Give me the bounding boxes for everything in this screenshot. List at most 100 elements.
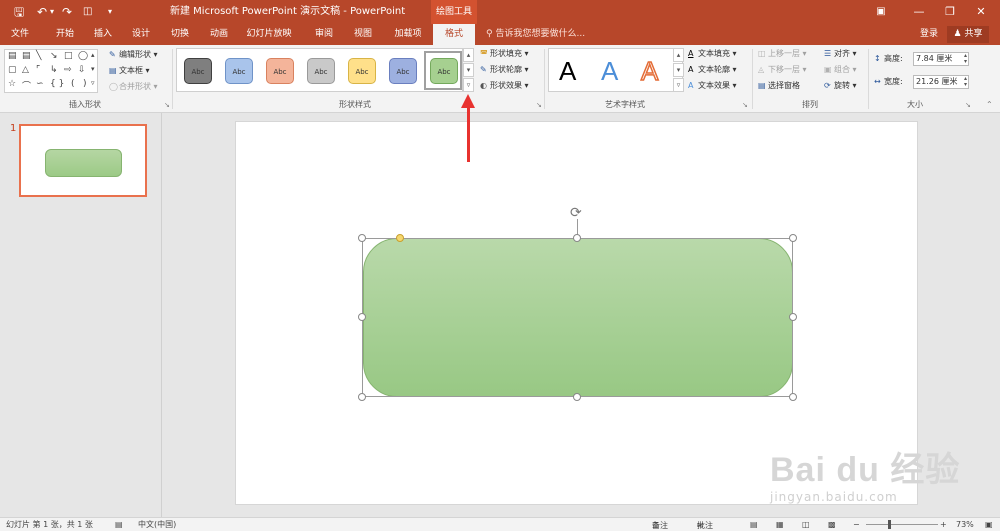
oval-shape-icon[interactable]: ◯ xyxy=(78,51,88,61)
selection-pane-button[interactable]: ▤ 选择窗格 xyxy=(758,80,800,92)
resize-handle-right[interactable] xyxy=(789,313,797,321)
insert-shapes-launcher-icon[interactable]: ↘ xyxy=(164,101,170,109)
group-button[interactable]: ▣ 组合 ▾ xyxy=(824,64,857,76)
reading-view-icon[interactable]: ◫ xyxy=(802,519,810,531)
tab-insert[interactable]: 插入 xyxy=(88,24,118,45)
redo-icon[interactable]: ↷ xyxy=(62,4,72,20)
wordart-sample-black[interactable]: A xyxy=(559,55,576,87)
zoom-in-icon[interactable]: + xyxy=(940,519,947,531)
down-arrow-shape-icon[interactable]: ⇩ xyxy=(78,65,86,75)
maximize-button[interactable]: ❐ xyxy=(935,3,965,21)
rotate-button[interactable]: ⟳ 旋转 ▾ xyxy=(824,80,857,92)
style-swatch-7-selected[interactable]: Abc xyxy=(430,58,458,84)
wordart-launcher-icon[interactable]: ↘ xyxy=(742,101,748,109)
height-spinner-icon[interactable]: ▴ ▾ xyxy=(964,53,967,65)
style-gallery-more-icon[interactable]: ▿ xyxy=(463,78,474,92)
width-input[interactable]: 21.26 厘米 ▴ ▾ xyxy=(913,75,969,89)
tell-me-box[interactable]: ⚲ 告诉我您想要做什么... xyxy=(486,24,585,45)
zoom-level[interactable]: 73% xyxy=(956,519,974,531)
shape-styles-launcher-icon[interactable]: ↘ xyxy=(536,101,542,109)
size-launcher-icon[interactable]: ↘ xyxy=(965,101,971,109)
zoom-slider-track[interactable] xyxy=(866,524,938,525)
minimize-button[interactable]: — xyxy=(904,3,934,21)
tab-file[interactable]: 文件 xyxy=(4,24,36,45)
triangle-shape-icon[interactable]: △ xyxy=(22,65,29,75)
login-link[interactable]: 登录 xyxy=(920,24,938,45)
shape-adjust-handle[interactable] xyxy=(396,234,404,242)
elbow-connector-shape-icon[interactable]: ⌜ xyxy=(36,65,40,75)
wordart-gallery-up-icon[interactable]: ▴ xyxy=(673,48,684,62)
text-effects-button[interactable]: A 文本效果 ▾ xyxy=(688,80,737,92)
shape-effects-button[interactable]: ◐ 形状效果 ▾ xyxy=(480,80,529,92)
wordart-gallery-down-icon[interactable]: ▾ xyxy=(673,63,684,77)
style-gallery-down-icon[interactable]: ▾ xyxy=(463,63,474,77)
edit-shape-button[interactable]: ✎ 编辑形状 ▾ xyxy=(109,49,158,61)
text-box-button[interactable]: ▤ 文本框 ▾ xyxy=(109,65,150,77)
collapse-ribbon-icon[interactable]: ⌃ xyxy=(986,100,993,109)
bring-forward-button[interactable]: ◫ 上移一层 ▾ xyxy=(758,48,807,60)
line-shape-icon[interactable]: ╲ xyxy=(36,51,41,61)
style-gallery-up-icon[interactable]: ▴ xyxy=(463,48,474,62)
merge-shapes-button[interactable]: ◯合并形状 ▾ xyxy=(109,81,158,93)
style-swatch-6[interactable]: Abc xyxy=(389,58,417,84)
zoom-slider-thumb[interactable] xyxy=(888,520,891,529)
style-swatch-3[interactable]: Abc xyxy=(266,58,294,84)
spellcheck-icon[interactable]: ▤ xyxy=(115,519,123,531)
tab-view[interactable]: 视图 xyxy=(348,24,378,45)
wordart-sample-blue[interactable]: A xyxy=(601,55,618,87)
gallery-scroll-up-icon[interactable]: ▴ xyxy=(91,51,95,59)
resize-handle-bottom[interactable] xyxy=(573,393,581,401)
rectangle-shape-icon[interactable]: □ xyxy=(64,51,73,61)
style-swatch-4[interactable]: Abc xyxy=(307,58,335,84)
tab-format[interactable]: 格式 xyxy=(433,24,475,45)
text-fill-button[interactable]: A 文本填充 ▾ xyxy=(688,48,737,60)
wordart-gallery-more-icon[interactable]: ▿ xyxy=(673,78,684,92)
shape-fill-button[interactable]: ◚ 形状填充 ▾ xyxy=(480,48,529,60)
right-arrow-shape-icon[interactable]: ⇨ xyxy=(64,65,72,75)
freeform-shape-icon[interactable]: ∽ xyxy=(36,79,44,89)
left-brace-shape-icon[interactable]: ( xyxy=(71,79,75,89)
right-brace-shape-icon[interactable]: ) xyxy=(83,79,87,89)
resize-handle-top[interactable] xyxy=(573,234,581,242)
style-swatch-2[interactable]: Abc xyxy=(225,58,253,84)
gallery-more-icon[interactable]: ▿ xyxy=(91,79,95,87)
undo-icon[interactable]: ↶ xyxy=(37,4,47,20)
style-swatch-5[interactable]: Abc xyxy=(348,58,376,84)
tab-home[interactable]: 开始 xyxy=(50,24,80,45)
curve-shape-icon[interactable]: ⌒ xyxy=(22,79,31,92)
arrow-line-shape-icon[interactable]: ↘ xyxy=(50,51,58,61)
zoom-out-icon[interactable]: − xyxy=(853,519,860,531)
wordart-sample-orange-outline[interactable]: A xyxy=(640,55,659,87)
shape-gallery[interactable]: ▤ ▤ ╲ ↘ □ ◯ ▢ △ ⌜ ↳ ⇨ ⇩ ☆ ⌒ ∽ { } ( ) ▴ … xyxy=(4,49,98,93)
slide-sorter-icon[interactable]: ▦ xyxy=(776,519,784,531)
send-backward-button[interactable]: ◬ 下移一层 ▾ xyxy=(758,64,807,76)
tab-review[interactable]: 审阅 xyxy=(309,24,339,45)
brace-shape-icon[interactable]: { } xyxy=(50,79,64,89)
present-icon[interactable]: ◫ xyxy=(83,4,92,20)
save-icon[interactable]: 🖫 xyxy=(14,4,24,20)
normal-view-icon[interactable]: ▤ xyxy=(750,519,758,531)
resize-handle-bottom-left[interactable] xyxy=(358,393,366,401)
tab-addins[interactable]: 加载项 xyxy=(388,24,428,45)
tab-transitions[interactable]: 切换 xyxy=(165,24,195,45)
height-input[interactable]: 7.84 厘米 ▴ ▾ xyxy=(913,52,969,66)
tab-design[interactable]: 设计 xyxy=(126,24,156,45)
resize-handle-top-left[interactable] xyxy=(358,234,366,242)
align-button[interactable]: ☰ 对齐 ▾ xyxy=(824,48,857,60)
elbow-arrow-shape-icon[interactable]: ↳ xyxy=(50,65,58,75)
width-spinner-icon[interactable]: ▴ ▾ xyxy=(964,76,967,88)
rotate-handle-icon[interactable]: ⟳ xyxy=(570,206,582,220)
rounded-rectangle-shape-icon[interactable]: ▢ xyxy=(8,65,17,75)
tab-slideshow[interactable]: 幻灯片放映 xyxy=(240,24,298,45)
text-outline-button[interactable]: A 文本轮廓 ▾ xyxy=(688,64,737,76)
resize-handle-left[interactable] xyxy=(358,313,366,321)
shape-outline-button[interactable]: ✎ 形状轮廓 ▾ xyxy=(480,64,529,76)
customize-icon[interactable]: ▾ xyxy=(108,4,112,20)
close-button[interactable]: ✕ xyxy=(966,3,996,21)
vertical-textbox-shape-icon[interactable]: ▤ xyxy=(22,51,31,61)
share-button[interactable]: ♟ 共享 xyxy=(947,26,989,43)
ribbon-display-icon[interactable]: ▣ xyxy=(866,3,896,21)
gallery-scroll-down-icon[interactable]: ▾ xyxy=(91,65,95,73)
language-status[interactable]: 中文(中国) xyxy=(138,519,176,531)
tab-animations[interactable]: 动画 xyxy=(204,24,234,45)
